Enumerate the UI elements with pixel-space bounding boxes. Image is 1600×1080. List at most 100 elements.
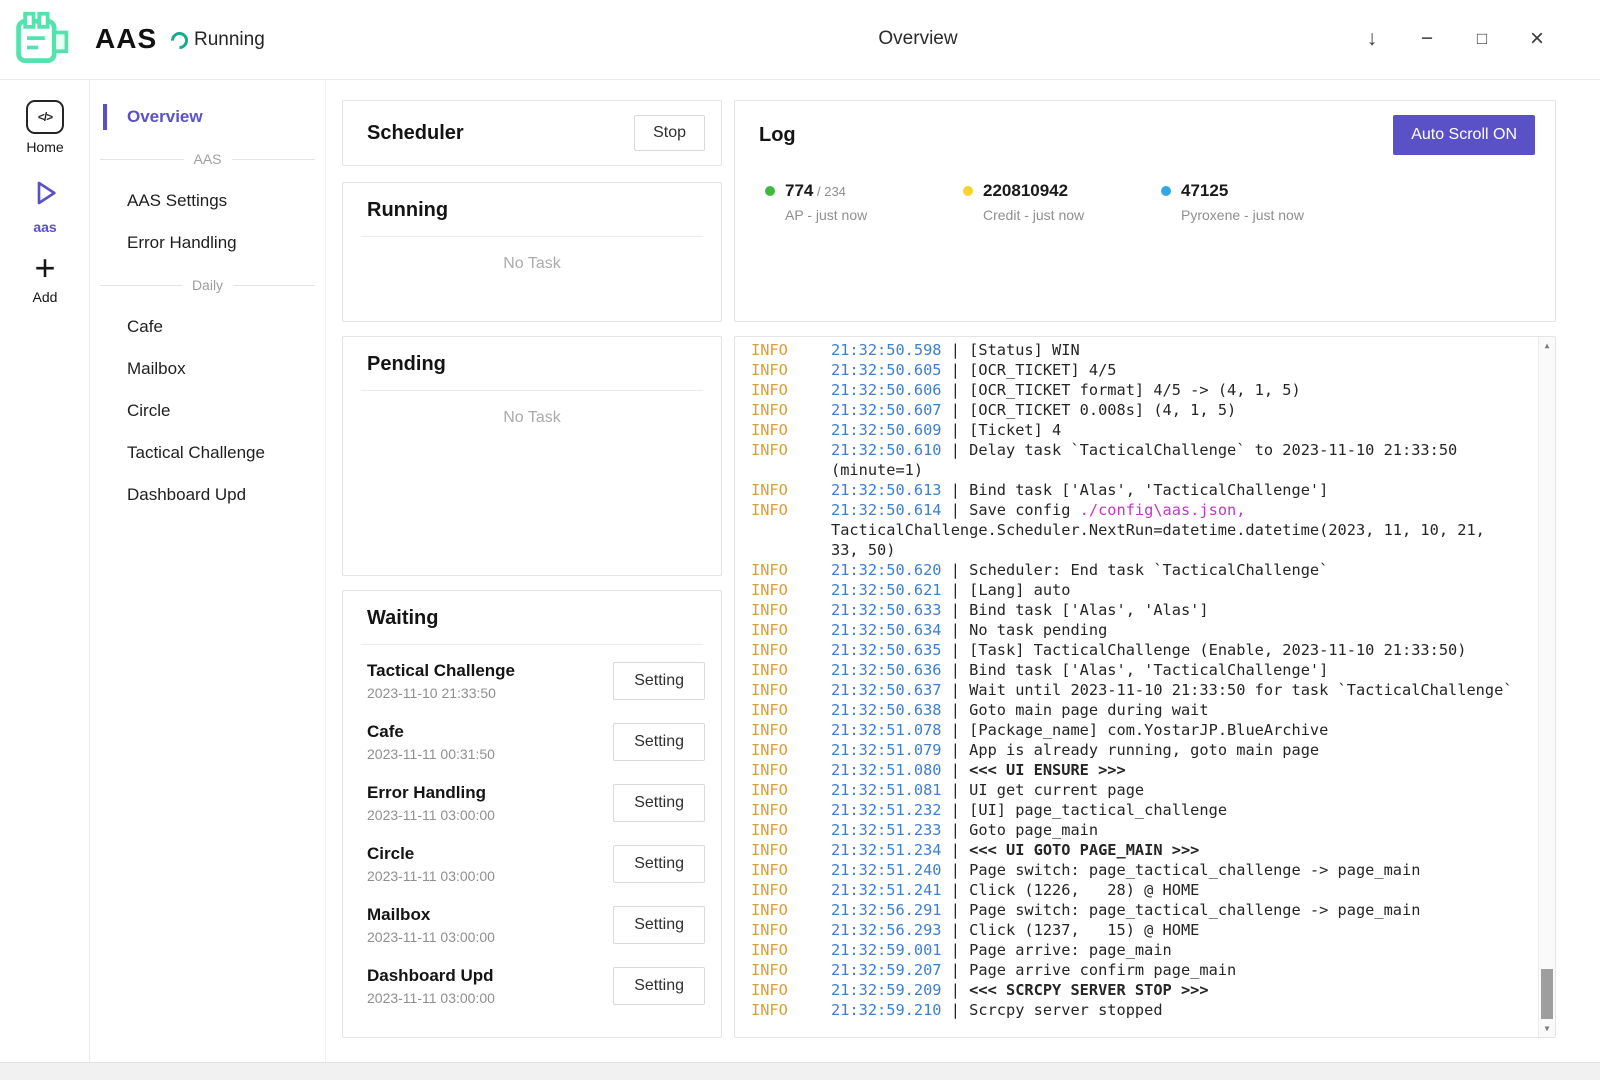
- log-line: INFO21:32:56.293 | Click (1237, 15) @ HO…: [751, 920, 1517, 940]
- log-line: INFO21:32:50.621 | [Lang] auto: [751, 580, 1517, 600]
- sidebar-menu: OverviewAASAAS SettingsError HandlingDai…: [90, 80, 326, 1062]
- auto-scroll-button[interactable]: Auto Scroll ON: [1393, 115, 1535, 155]
- waiting-task-row-error-handling: Error Handling 2023-11-11 03:00:00 Setting: [343, 772, 721, 833]
- log-line: INFO21:32:51.081 | UI get current page: [751, 780, 1517, 800]
- log-line: INFO21:32:59.209 | <<< SCRCPY SERVER STO…: [751, 980, 1517, 1000]
- log-line: INFO21:32:50.635 | [Task] TacticalChalle…: [751, 640, 1517, 660]
- scrollbar-thumb[interactable]: [1541, 969, 1553, 1019]
- waiting-task-name: Error Handling: [367, 783, 495, 803]
- sidebar-item-circle[interactable]: Circle: [90, 390, 325, 432]
- waiting-task-time: 2023-11-11 00:31:50: [367, 746, 495, 762]
- waiting-task-time: 2023-11-11 03:00:00: [367, 807, 495, 823]
- setting-button[interactable]: Setting: [613, 906, 705, 944]
- waiting-task-row-mailbox: Mailbox2023-11-11 03:00:00Setting: [343, 894, 721, 955]
- sidebar-item-tactical-challenge[interactable]: Tactical Challenge: [90, 432, 325, 474]
- setting-button[interactable]: Setting: [613, 784, 705, 822]
- waiting-task-time: 2023-11-11 03:00:00: [367, 990, 495, 1006]
- waiting-task-name: Dashboard Upd: [367, 966, 495, 986]
- waiting-task-row-cafe: Cafe 2023-11-11 00:31:50 Setting: [343, 711, 721, 772]
- sidebar-item-mailbox[interactable]: Mailbox: [90, 348, 325, 390]
- stat-pyroxene-just-now: 47125 Pyroxene - just now: [1161, 181, 1359, 223]
- running-spinner-icon: [167, 28, 191, 52]
- titlebar: AAS Running Overview ↓ − □ ×: [0, 0, 1600, 80]
- nav-aas-label: aas: [33, 219, 56, 235]
- log-line: INFO21:32:50.607 | [OCR_TICKET 0.008s] (…: [751, 400, 1517, 420]
- waiting-task-name: Tactical Challenge: [367, 661, 515, 681]
- minimize-icon[interactable]: −: [1404, 16, 1450, 62]
- log-line: INFO21:32:51.079 | App is already runnin…: [751, 740, 1517, 760]
- stat-dot-icon: [1161, 186, 1171, 196]
- stat-credit-just-now: 220810942 Credit - just now: [963, 181, 1161, 223]
- log-lines: INFO21:32:50.598 | [Status] WININFO21:32…: [751, 340, 1517, 1020]
- log-line: INFO21:32:50.614 | Save config ./config\…: [751, 500, 1517, 560]
- log-line: INFO21:32:51.234 | <<< UI GOTO PAGE_MAIN…: [751, 840, 1517, 860]
- sidebar-item-overview[interactable]: Overview: [90, 96, 325, 138]
- dashboard-stats: 774 / 234 AP - just now 220810942 Credit - …: [735, 155, 1555, 223]
- log-line: INFO21:32:51.232 | [UI] page_tactical_ch…: [751, 800, 1517, 820]
- stat-label: Pyroxene - just now: [1181, 207, 1304, 223]
- code-home-icon: </>: [26, 100, 64, 134]
- app-name: AAS: [95, 23, 157, 55]
- scroll-down-icon[interactable]: ▼: [1539, 1020, 1555, 1037]
- sidebar-item-cafe[interactable]: Cafe: [90, 306, 325, 348]
- log-output[interactable]: INFO21:32:50.598 | [Status] WININFO21:32…: [734, 336, 1556, 1038]
- log-line: INFO21:32:51.241 | Click (1226, 28) @ HO…: [751, 880, 1517, 900]
- pending-title: Pending: [367, 353, 697, 376]
- waiting-card: Waiting Tactical Challenge2023-11-10 21:…: [342, 590, 722, 1038]
- log-line: INFO21:32:59.001 | Page arrive: page_mai…: [751, 940, 1517, 960]
- scheduler-card: Scheduler Stop: [342, 100, 722, 166]
- log-line: INFO21:32:50.633 | Bind task ['Alas', 'A…: [751, 600, 1517, 620]
- log-line: INFO21:32:50.605 | [OCR_TICKET] 4/5: [751, 360, 1517, 380]
- waiting-task-name: Circle: [367, 844, 495, 864]
- sidebar-item-aas-settings[interactable]: AAS Settings: [90, 180, 325, 222]
- nav-item-home[interactable]: </> Home: [0, 100, 90, 155]
- setting-button[interactable]: Setting: [613, 723, 705, 761]
- setting-button[interactable]: Setting: [613, 845, 705, 883]
- log-line: INFO21:32:50.610 | Delay task `TacticalC…: [751, 440, 1517, 480]
- close-icon[interactable]: ×: [1514, 16, 1560, 62]
- stat-label: AP - just now: [785, 207, 867, 223]
- log-line: INFO21:32:50.638 | Goto main page during…: [751, 700, 1517, 720]
- running-card: Running No Task: [342, 182, 722, 322]
- log-title: Log: [759, 124, 796, 147]
- stat-dot-icon: [963, 186, 973, 196]
- log-line: INFO21:32:50.636 | Bind task ['Alas', 'T…: [751, 660, 1517, 680]
- waiting-task-name: Cafe: [367, 722, 495, 742]
- maximize-icon[interactable]: □: [1459, 16, 1505, 62]
- nav-rail: </> Home aas + Add: [0, 80, 90, 1062]
- sidebar-section-daily: Daily: [90, 264, 325, 306]
- log-line: INFO21:32:51.080 | <<< UI ENSURE >>>: [751, 760, 1517, 780]
- log-line: INFO21:32:56.291 | Page switch: page_tac…: [751, 900, 1517, 920]
- log-line: INFO21:32:50.606 | [OCR_TICKET format] 4…: [751, 380, 1517, 400]
- log-line: INFO21:32:59.207 | Page arrive confirm p…: [751, 960, 1517, 980]
- waiting-task-time: 2023-11-10 21:33:50: [367, 685, 515, 701]
- horizontal-scrollbar[interactable]: [0, 1062, 1600, 1080]
- nav-item-aas[interactable]: aas: [0, 177, 90, 235]
- scheduler-title: Scheduler: [367, 122, 464, 145]
- scroll-up-icon[interactable]: ▲: [1539, 337, 1555, 354]
- log-line: INFO21:32:50.598 | [Status] WIN: [751, 340, 1517, 360]
- pending-empty-label: No Task: [343, 391, 721, 427]
- setting-button[interactable]: Setting: [613, 967, 705, 1005]
- app-logo-icon: [12, 10, 72, 70]
- sidebar-item-error-handling[interactable]: Error Handling: [90, 222, 325, 264]
- stat-value: 220810942: [983, 181, 1084, 201]
- waiting-task-row-dashboard-upd: Dashboard Upd 2023-11-11 03:00:00 Setting: [343, 955, 721, 1016]
- page-title: Overview: [878, 28, 957, 50]
- nav-item-add[interactable]: + Add: [0, 252, 90, 305]
- sidebar-item-dashboard-upd[interactable]: Dashboard Upd: [90, 474, 325, 516]
- stop-button[interactable]: Stop: [634, 115, 705, 151]
- waiting-task-row-circle: Circle2023-11-11 03:00:00Setting: [343, 833, 721, 894]
- log-scrollbar[interactable]: ▲ ▼: [1538, 337, 1555, 1037]
- stat-label: Credit - just now: [983, 207, 1084, 223]
- setting-button[interactable]: Setting: [613, 662, 705, 700]
- stat-value: 47125: [1181, 181, 1304, 201]
- log-line: INFO21:32:51.240 | Page switch: page_tac…: [751, 860, 1517, 880]
- log-line: INFO21:32:50.620 | Scheduler: End task `…: [751, 560, 1517, 580]
- waiting-task-row-tactical-challenge: Tactical Challenge 2023-11-10 21:33:50 Set…: [343, 650, 721, 711]
- download-update-icon[interactable]: ↓: [1349, 16, 1395, 62]
- stat-value: 774 / 234: [785, 181, 867, 201]
- nav-home-label: Home: [26, 139, 63, 155]
- log-line: INFO21:32:50.613 | Bind task ['Alas', 'T…: [751, 480, 1517, 500]
- log-line: INFO21:32:59.210 | Scrcpy server stopped: [751, 1000, 1517, 1020]
